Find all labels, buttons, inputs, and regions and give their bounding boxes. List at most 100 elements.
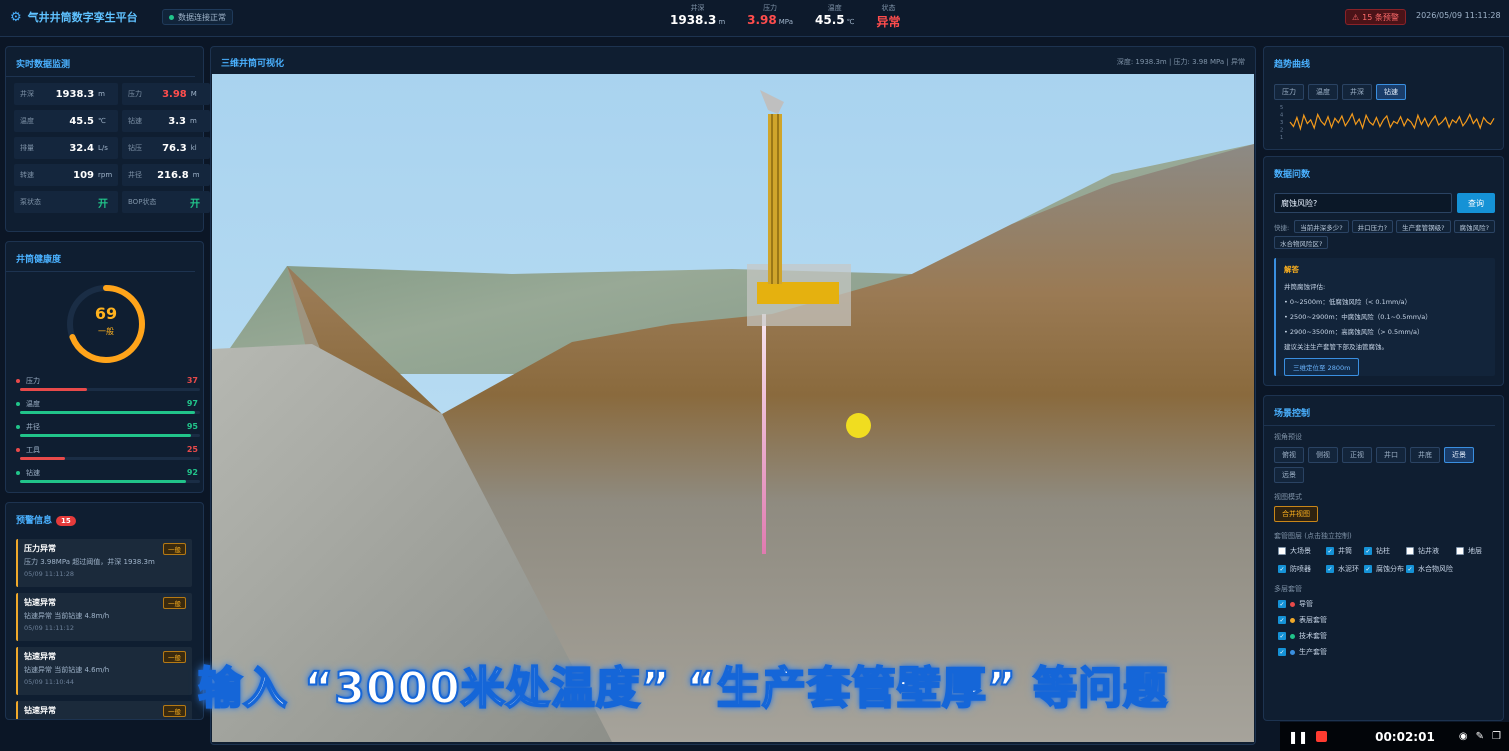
checkbox-icon[interactable]: ✓ xyxy=(1278,565,1286,573)
casing-name: 技术套管 xyxy=(1299,632,1327,640)
rt-value: 开 xyxy=(190,198,200,210)
checkbox-icon[interactable]: ✓ xyxy=(1406,565,1414,573)
checkbox-icon[interactable] xyxy=(1406,547,1414,555)
metric-label: 压力 xyxy=(763,4,778,12)
pen-icon[interactable]: ✎ xyxy=(1476,731,1484,742)
quick-chip[interactable]: 腐蚀风险? xyxy=(1453,220,1496,233)
layers-label: 套管图层 (点击独立控制) xyxy=(1274,532,1352,540)
merge-view-button[interactable]: 合并视图 xyxy=(1274,506,1318,522)
checkbox-icon[interactable]: ✓ xyxy=(1364,547,1372,555)
window-icon[interactable]: ❐ xyxy=(1492,731,1501,742)
realtime-grid: 井深 1938.3 m 压力 3.98 M 温度 45.5 ℃ 钻速 3.3 m 排量 32.4 L… xyxy=(6,83,210,213)
health-fill xyxy=(20,388,87,391)
rt-cell-rop: 钻速 3.3 m xyxy=(122,110,210,132)
quick-chip[interactable]: 水合物风险区? xyxy=(1274,236,1329,249)
view-bottom[interactable]: 井底 xyxy=(1410,447,1440,463)
layer-checkbox[interactable]: ✓ 水合物风险 xyxy=(1406,564,1456,574)
checkbox-icon[interactable]: ✓ xyxy=(1278,632,1286,640)
app-title: 气井井筒数字孪生平台 xyxy=(27,11,138,24)
checkbox-icon[interactable] xyxy=(1278,547,1286,555)
quick-chip[interactable]: 井口压力? xyxy=(1351,220,1394,233)
cursor-highlight xyxy=(846,413,871,438)
checkbox-icon[interactable]: ✓ xyxy=(1278,600,1286,608)
video-caption: 输入 “3000米处温度” “生产套管壁厚” 等问题 xyxy=(197,662,1169,715)
alert-item[interactable]: 钻速异常 一般 钻速异常 当前钻速 4.6m/h 05/09 11:10:44 xyxy=(16,647,192,695)
health-item-name: 井径 xyxy=(26,423,40,431)
tab-rop[interactable]: 钻速 xyxy=(1376,84,1406,100)
rt-label: BOP状态 xyxy=(128,198,157,206)
view-mode: 合并视图 xyxy=(1264,506,1503,522)
query-button[interactable]: 查询 xyxy=(1457,193,1495,213)
connection-label: 数据连接正常 xyxy=(178,12,226,22)
qa-input[interactable] xyxy=(1274,193,1452,213)
checkbox-icon[interactable]: ✓ xyxy=(1326,565,1334,573)
tab-depth[interactable]: 井深 xyxy=(1342,84,1372,100)
rt-label: 井径 xyxy=(128,171,142,179)
view-side[interactable]: 侧视 xyxy=(1308,447,1338,463)
checkbox-icon[interactable]: ✓ xyxy=(1326,547,1334,555)
layer-checkbox[interactable]: ✓ 腐蚀分布 xyxy=(1364,564,1406,574)
metric-label: 井深 xyxy=(690,4,705,12)
rt-cell-flow: 排量 32.4 L/s xyxy=(14,137,118,159)
health-title: 井筒健康度 xyxy=(6,242,195,272)
layer-checkbox[interactable]: ✓ 水泥环 xyxy=(1326,564,1364,574)
layer-checkbox[interactable]: ✓ 钻柱 xyxy=(1364,546,1406,556)
rt-unit: ℃ xyxy=(98,117,106,125)
casing-name: 导管 xyxy=(1299,600,1313,608)
layer-name: 井筒 xyxy=(1338,547,1352,555)
casing-checkbox[interactable]: ✓ 生产套管 xyxy=(1278,647,1489,657)
alert-title: 钻速异常 xyxy=(24,652,56,661)
tab-pressure[interactable]: 压力 xyxy=(1274,84,1304,100)
alarm-badge[interactable]: ⚠ 15 条预警 xyxy=(1345,9,1406,25)
alert-item[interactable]: 压力异常 一般 压力 3.98MPa 超过阈值，井深 1938.3m 05/09… xyxy=(16,539,192,587)
checkbox-icon[interactable] xyxy=(1456,547,1464,555)
quick-chip[interactable]: 当前井深多少? xyxy=(1294,220,1349,233)
casing-checkbox[interactable]: ✓ 表层套管 xyxy=(1278,615,1489,625)
locate-3d-button[interactable]: 三维定位至 2800m xyxy=(1284,358,1360,376)
quick-chip[interactable]: 生产套管钢级? xyxy=(1396,220,1451,233)
rt-cell-pump: 泵状态 开 xyxy=(14,191,118,213)
checkbox-icon[interactable]: ✓ xyxy=(1278,648,1286,656)
layer-checkbox[interactable]: 大场景 xyxy=(1278,546,1326,556)
checkbox-icon[interactable]: ✓ xyxy=(1278,616,1286,624)
layer-checkbox[interactable]: 地层 xyxy=(1456,546,1498,556)
view-wellhead[interactable]: 井口 xyxy=(1376,447,1406,463)
casing-checkbox[interactable]: ✓ 导管 xyxy=(1278,599,1489,609)
metric-unit: ℃ xyxy=(846,18,855,26)
answer-box: 解答 井筒腐蚀评估: • 0~2500m：低腐蚀风险（< 0.1mm/a） • … xyxy=(1274,258,1495,376)
alert-item[interactable]: 钻速异常 一般 钻速异常 当前钻速 4.8m/h 05/09 11:11:12 xyxy=(16,593,192,641)
health-item-value: 97 xyxy=(186,399,198,408)
casing-checkbox[interactable]: ✓ 技术套管 xyxy=(1278,631,1489,641)
layer-checkbox[interactable]: ✓ 井筒 xyxy=(1326,546,1364,556)
stop-icon[interactable] xyxy=(1316,731,1328,742)
view-far[interactable]: 远景 xyxy=(1274,467,1304,483)
3d-scene-viewport[interactable] xyxy=(212,74,1254,742)
health-row: 压力 37 xyxy=(16,376,200,399)
health-track xyxy=(20,434,200,437)
health-track xyxy=(20,411,200,414)
pause-icon[interactable]: ❚❚ xyxy=(1288,730,1308,744)
metric-value: 3.98 MPa xyxy=(747,13,793,27)
view-presets: 俯视 侧视 正视 井口 井底 近景 远景 xyxy=(1264,447,1503,483)
layer-name: 水合物风险 xyxy=(1418,565,1453,573)
view-close[interactable]: 近景 xyxy=(1444,447,1474,463)
alerts-count-badge: 15 xyxy=(56,516,76,526)
alert-item[interactable]: 钻速异常 一般 xyxy=(16,701,192,719)
tab-temperature[interactable]: 温度 xyxy=(1308,84,1338,100)
rt-cell-depth: 井深 1938.3 m xyxy=(14,83,118,105)
rt-value: 3.3 xyxy=(168,115,186,127)
rt-unit: rpm xyxy=(98,171,113,179)
layer-name: 大场景 xyxy=(1290,547,1311,555)
checkbox-icon[interactable]: ✓ xyxy=(1364,565,1372,573)
quick-label: 快捷: xyxy=(1274,223,1290,232)
layer-checkbox[interactable]: ✓ 防喷器 xyxy=(1278,564,1326,574)
camera-icon[interactable]: ◉ xyxy=(1459,731,1468,742)
answer-line: 井筒腐蚀评估: xyxy=(1284,283,1326,291)
layer-checkbox[interactable]: 钻井液 xyxy=(1406,546,1456,556)
rt-label: 压力 xyxy=(128,90,142,98)
rt-value: 开 xyxy=(98,198,108,210)
view-front[interactable]: 正视 xyxy=(1342,447,1372,463)
layer-name: 防喷器 xyxy=(1290,565,1311,573)
view-top[interactable]: 俯视 xyxy=(1274,447,1304,463)
health-fill xyxy=(20,480,186,483)
